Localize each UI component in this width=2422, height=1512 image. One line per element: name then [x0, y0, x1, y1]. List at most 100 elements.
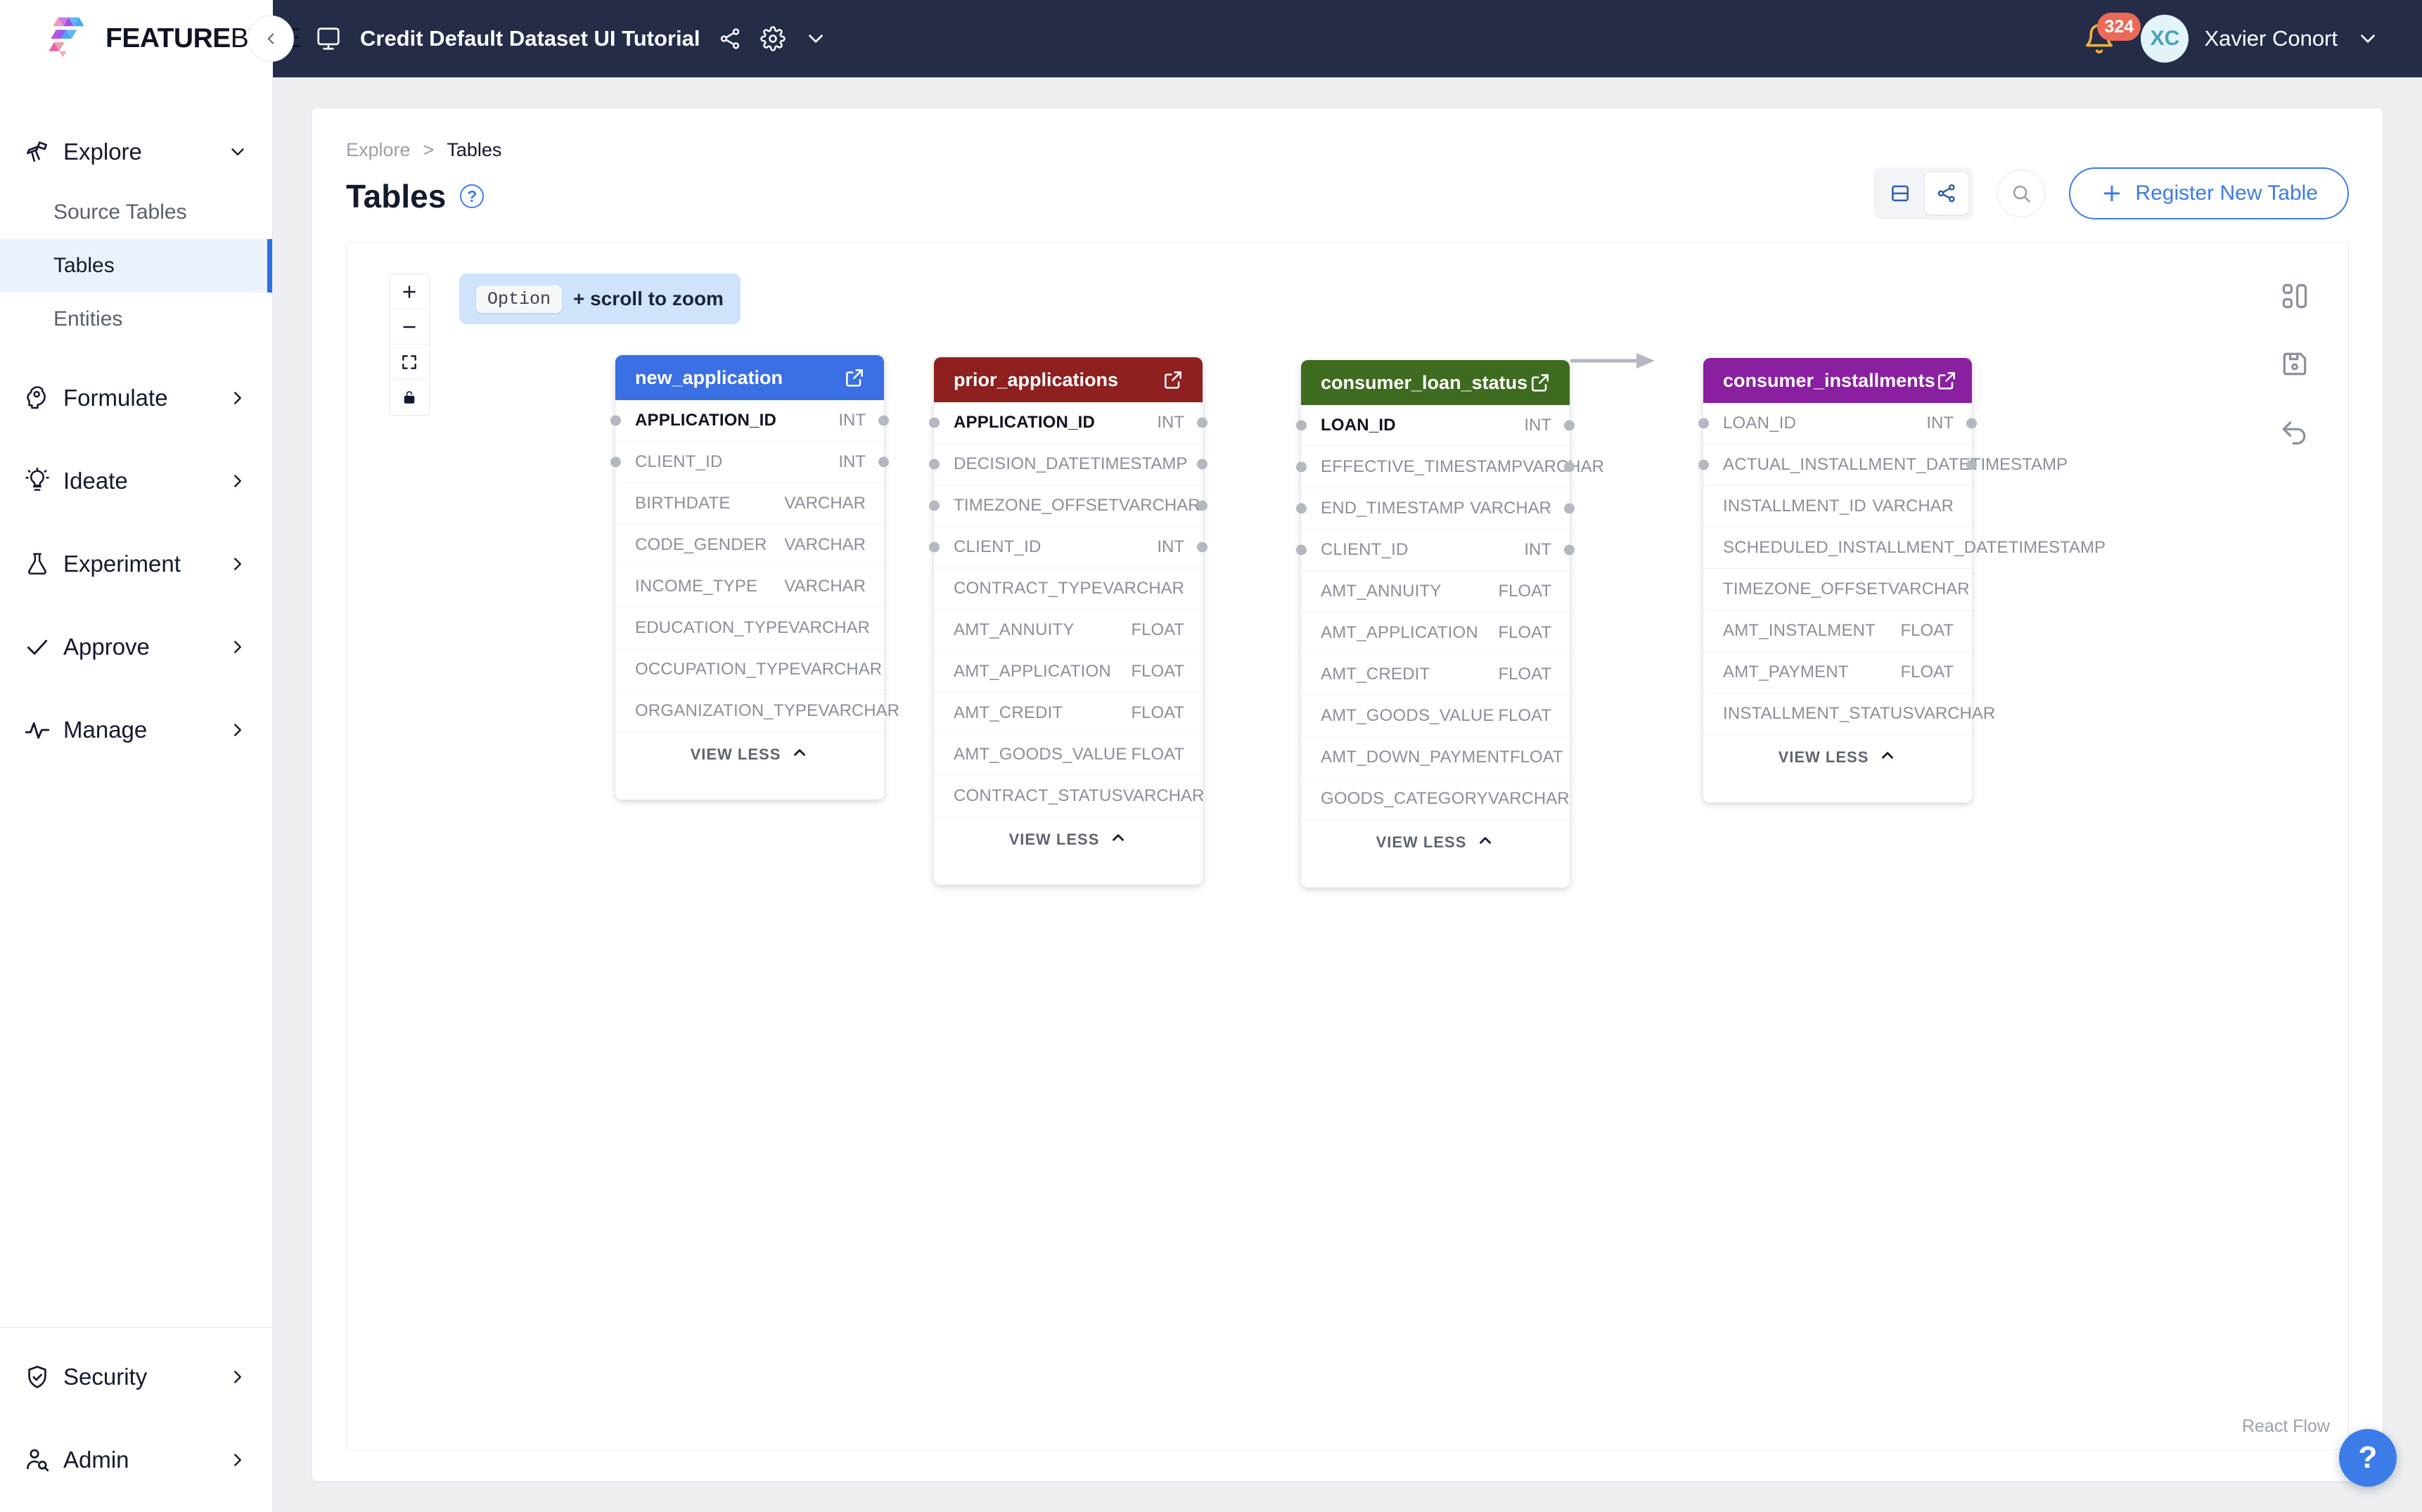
column-left-handle-dot[interactable]	[1698, 418, 1709, 429]
sidebar-item-experiment[interactable]: Experiment	[0, 530, 272, 598]
er-column-row[interactable]: AMT_APPLICATION FLOAT	[934, 651, 1203, 693]
er-column-row[interactable]: CONTRACT_STATUS VARCHAR	[934, 776, 1204, 817]
er-column-row[interactable]: INSTALLMENT_ID VARCHAR	[1703, 486, 1972, 527]
column-left-handle-dot[interactable]	[929, 417, 940, 428]
user-menu-chevron-down-icon[interactable]	[2356, 27, 2380, 51]
save-button[interactable]	[2276, 345, 2313, 382]
search-button[interactable]	[1997, 169, 2046, 217]
er-column-row[interactable]: GOODS_CATEGORY VARCHAR	[1301, 779, 1570, 820]
view-less-button[interactable]: VIEW LESS	[615, 732, 884, 777]
er-column-row[interactable]: LOAN_ID INT	[1296, 405, 1575, 447]
er-column-row[interactable]: CLIENT_ID INT	[929, 527, 1207, 568]
column-right-handle-dot[interactable]	[1197, 500, 1207, 511]
column-right-handle-dot[interactable]	[1197, 417, 1207, 428]
column-left-handle-dot[interactable]	[1296, 503, 1307, 514]
column-left-handle-dot[interactable]	[1296, 420, 1307, 431]
column-left-handle-dot[interactable]	[1296, 461, 1307, 473]
er-column-row[interactable]: INCOME_TYPE VARCHAR	[615, 566, 884, 608]
sidebar-item-security[interactable]: Security	[0, 1343, 272, 1411]
column-right-handle-dot[interactable]	[1966, 418, 1977, 429]
fit-view-button[interactable]	[390, 345, 429, 380]
er-node-consumer_installments[interactable]: consumer_installments LOAN_ID INT ACTUAL_IN…	[1698, 358, 2106, 802]
er-column-row[interactable]: AMT_APPLICATION FLOAT	[1301, 613, 1570, 654]
er-column-row[interactable]: TIMEZONE_OFFSET VARCHAR	[929, 485, 1207, 527]
er-node-prior_applications[interactable]: prior_applications APPLICATION_ID INT DECIS…	[929, 357, 1207, 885]
er-column-row[interactable]: SCHEDULED_INSTALLMENT_DATE TIMESTAMP	[1703, 527, 2106, 569]
er-column-row[interactable]: APPLICATION_ID INT	[610, 400, 889, 442]
er-column-row[interactable]: LOAN_ID INT	[1698, 403, 1977, 444]
er-column-row[interactable]: AMT_CREDIT FLOAT	[1301, 654, 1570, 696]
project-chevron-down-icon[interactable]	[804, 27, 828, 51]
sidebar-item-entities[interactable]: Entities	[0, 293, 272, 346]
sidebar-item-source-tables[interactable]: Source Tables	[0, 186, 272, 239]
share-icon[interactable]	[718, 27, 742, 51]
sidebar-item-approve[interactable]: Approve	[0, 613, 272, 681]
er-column-row[interactable]: AMT_INSTALMENT FLOAT	[1703, 610, 1972, 652]
view-less-button[interactable]: VIEW LESS	[1301, 820, 1570, 865]
sidebar-item-explore[interactable]: Explore	[0, 118, 272, 186]
sidebar-item-formulate[interactable]: Formulate	[0, 364, 272, 432]
column-left-handle-dot[interactable]	[929, 542, 940, 553]
graph-view-button[interactable]	[1925, 172, 1969, 214]
er-column-row[interactable]: INSTALLMENT_STATUS VARCHAR	[1703, 693, 1995, 735]
view-less-button[interactable]: VIEW LESS	[1703, 735, 1972, 780]
column-left-handle-dot[interactable]	[929, 459, 940, 470]
collapse-sidebar-button[interactable]	[248, 15, 294, 62]
column-right-handle-dot[interactable]	[1564, 461, 1575, 473]
er-column-row[interactable]: TIMEZONE_OFFSET VARCHAR	[1703, 569, 1972, 610]
er-column-row[interactable]: DECISION_DATE TIMESTAMP	[929, 444, 1207, 485]
brand-logo[interactable]: FEATUREBYTE	[0, 0, 301, 77]
column-right-handle-dot[interactable]	[1564, 544, 1575, 556]
layout-button[interactable]	[2276, 278, 2313, 314]
er-column-row[interactable]: AMT_CREDIT FLOAT	[934, 693, 1203, 734]
help-circle-icon[interactable]: ?	[460, 184, 485, 208]
table-view-button[interactable]	[1878, 172, 1922, 214]
er-column-row[interactable]: CODE_GENDER VARCHAR	[615, 525, 884, 566]
column-right-handle-dot[interactable]	[1197, 542, 1207, 553]
er-column-row[interactable]: OCCUPATION_TYPE VARCHAR	[615, 649, 884, 691]
er-column-row[interactable]: AMT_GOODS_VALUE FLOAT	[1301, 696, 1570, 737]
react-flow-attribution[interactable]: React Flow	[2242, 1416, 2330, 1437]
er-column-row[interactable]: ACTUAL_INSTALLMENT_DATE TIMESTAMP	[1698, 444, 2068, 486]
er-column-row[interactable]: END_TIMESTAMP VARCHAR	[1296, 488, 1575, 530]
external-link-icon[interactable]	[1529, 371, 1551, 394]
breadcrumb-parent[interactable]: Explore	[346, 139, 411, 161]
er-column-row[interactable]: AMT_PAYMENT FLOAT	[1703, 652, 1972, 693]
er-column-row[interactable]: CLIENT_ID INT	[610, 442, 889, 483]
er-column-row[interactable]: AMT_GOODS_VALUE FLOAT	[934, 734, 1203, 776]
sidebar-item-ideate[interactable]: Ideate	[0, 447, 272, 515]
zoom-out-button[interactable]	[390, 309, 429, 345]
er-column-row[interactable]: EFFECTIVE_TIMESTAMPVARCHAR	[1296, 447, 1604, 488]
help-fab-button[interactable]: ?	[2339, 1429, 2397, 1487]
register-new-table-button[interactable]: Register New Table	[2069, 167, 2349, 219]
er-column-row[interactable]: ORGANIZATION_TYPE VARCHAR	[615, 691, 899, 732]
sidebar-item-admin[interactable]: Admin	[0, 1426, 272, 1494]
column-right-handle-dot[interactable]	[1564, 503, 1575, 514]
er-column-row[interactable]: AMT_DOWN_PAYMENT FLOAT	[1301, 737, 1570, 779]
column-left-handle-dot[interactable]	[610, 415, 621, 426]
lock-button[interactable]	[390, 380, 429, 415]
er-column-row[interactable]: BIRTHDATE VARCHAR	[615, 483, 884, 525]
er-node-consumer_loan_status[interactable]: consumer_loan_status LOAN_ID INT EFFECTIVE_…	[1296, 360, 1604, 888]
column-right-handle-dot[interactable]	[1564, 420, 1575, 431]
column-left-handle-dot[interactable]	[610, 456, 621, 468]
er-column-row[interactable]: CLIENT_ID INT	[1296, 530, 1575, 571]
column-left-handle-dot[interactable]	[1296, 544, 1307, 556]
column-right-handle-dot[interactable]	[1197, 459, 1207, 470]
external-link-icon[interactable]	[1935, 369, 1958, 392]
sidebar-item-manage[interactable]: Manage	[0, 696, 272, 764]
er-column-row[interactable]: APPLICATION_ID INT	[929, 402, 1207, 444]
external-link-icon[interactable]	[1162, 369, 1184, 391]
column-left-handle-dot[interactable]	[929, 500, 940, 511]
sidebar-item-tables[interactable]: Tables	[0, 239, 272, 293]
er-column-row[interactable]: EDUCATION_TYPE VARCHAR	[615, 608, 884, 649]
er-column-row[interactable]: AMT_ANNUITY FLOAT	[934, 610, 1203, 651]
column-right-handle-dot[interactable]	[1966, 459, 1977, 470]
er-column-row[interactable]: CONTRACT_TYPE VARCHAR	[934, 568, 1203, 610]
view-less-button[interactable]: VIEW LESS	[934, 817, 1203, 862]
column-right-handle-dot[interactable]	[878, 456, 889, 468]
notifications-button[interactable]: 324	[2073, 13, 2141, 65]
column-left-handle-dot[interactable]	[1698, 459, 1709, 470]
gear-icon[interactable]	[760, 26, 786, 51]
avatar[interactable]: XC	[2141, 15, 2189, 63]
